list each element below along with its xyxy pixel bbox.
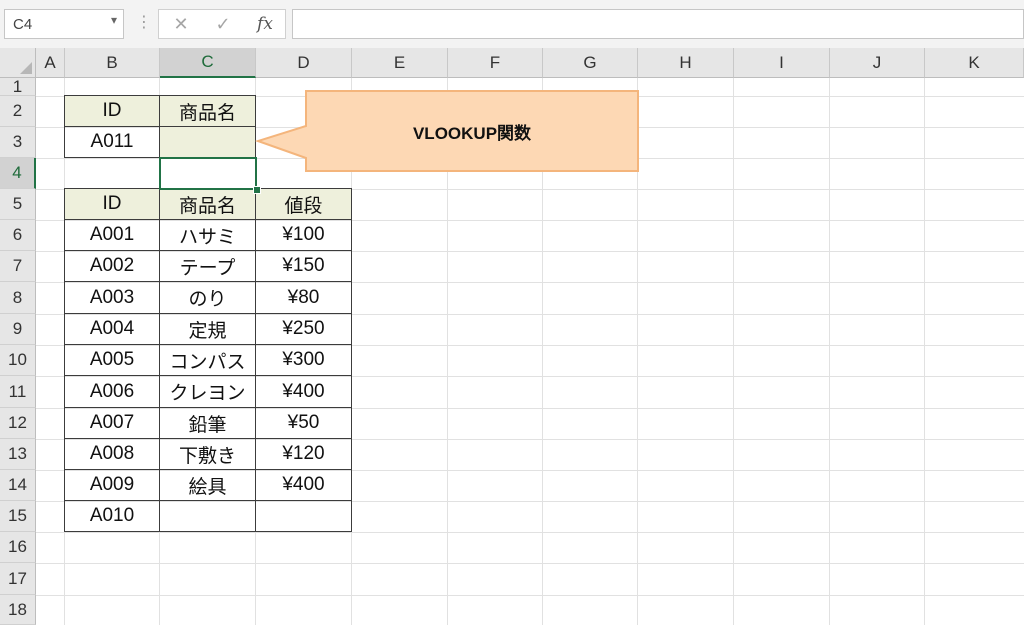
name-box[interactable]: C4 ▾ bbox=[4, 9, 124, 39]
callout-text: VLOOKUP関数 bbox=[412, 123, 532, 143]
grip-icon[interactable]: ⋮ bbox=[136, 12, 152, 32]
spreadsheet-grid[interactable]: A B C D E F G H I J K 1 2 3 4 5 6 7 8 9 10 11 12 13 14 15 16 17 18 ID… bbox=[0, 48, 1024, 625]
insert-function-icon[interactable]: fx bbox=[247, 10, 283, 38]
chevron-down-icon[interactable]: ▾ bbox=[111, 13, 117, 27]
formula-bar: C4 ▾ ⋮ ✕ ✓ fx bbox=[0, 0, 1024, 49]
name-box-value: C4 bbox=[13, 16, 33, 33]
enter-icon[interactable]: ✓ bbox=[205, 10, 241, 38]
cancel-icon[interactable]: ✕ bbox=[163, 10, 199, 38]
formula-input[interactable] bbox=[292, 9, 1024, 39]
